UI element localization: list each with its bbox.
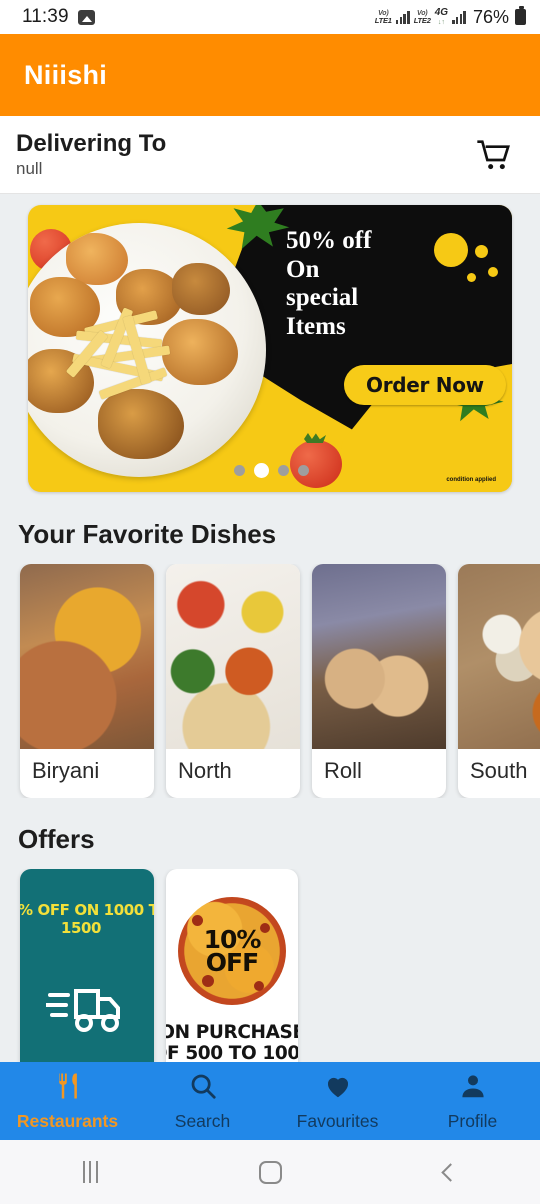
app-root: 11:39 Vo) LTE1 Vo) LTE2 4G ↓↑ 76% Niiish… — [0, 0, 540, 1204]
home-icon — [258, 1160, 282, 1184]
banner-line: Items — [286, 312, 346, 340]
search-icon — [188, 1071, 218, 1106]
dish-card-biryani[interactable]: Biryani — [20, 564, 154, 798]
network-label: 4G — [434, 7, 449, 19]
recents-button[interactable] — [0, 1161, 180, 1183]
sim1-indicator: Vo) LTE1 — [375, 10, 392, 25]
bottom-navigation-bar: Restaurants Search Favourites Profile — [0, 1062, 540, 1140]
order-now-button[interactable]: Order Now — [344, 365, 506, 405]
carousel-dot[interactable] — [278, 465, 289, 476]
offer-desc-line1: ON PURCHASE — [166, 1022, 298, 1043]
dish-label: Roll — [324, 758, 362, 783]
delivery-address-text: Delivering To null — [16, 130, 166, 179]
shopping-cart-icon[interactable] — [472, 135, 516, 175]
home-button[interactable] — [180, 1160, 360, 1184]
nav-item-search[interactable]: Search — [135, 1071, 270, 1132]
banner-line: special — [286, 284, 359, 311]
banner-headline: 50% off On special Items — [286, 227, 486, 341]
dish-label: North — [178, 758, 232, 783]
nav-item-profile[interactable]: Profile — [405, 1071, 540, 1132]
nav-label: Search — [174, 1110, 231, 1131]
nav-label: Restaurants — [16, 1110, 119, 1131]
north-indian-image — [166, 564, 300, 749]
promo-banner[interactable]: 50% off On special Items Order Now condi… — [28, 205, 512, 492]
battery-icon — [515, 6, 526, 25]
status-bar: 11:39 Vo) LTE1 Vo) LTE2 4G ↓↑ 76% — [0, 0, 540, 34]
offer-badge-off: OFF — [205, 948, 259, 977]
status-bar-left: 11:39 — [22, 6, 95, 28]
offer-headline-line1: 0% OFF ON 1000 T — [20, 901, 154, 919]
nav-item-restaurants[interactable]: Restaurants — [0, 1071, 135, 1132]
sim2-indicator: Vo) LTE2 — [414, 10, 431, 25]
roll-image — [312, 564, 446, 749]
offer-description: ON PURCHASE OF 500 TO 1000 — [166, 1022, 298, 1064]
fried-chicken-plate-image — [28, 223, 266, 477]
banner-line: 50% off — [286, 227, 372, 254]
banner-line: On — [286, 255, 320, 283]
gallery-icon — [77, 9, 95, 25]
carousel-dots[interactable] — [234, 463, 309, 478]
recents-icon — [82, 1161, 98, 1183]
carousel-dot-active[interactable] — [254, 463, 269, 478]
status-bar-right: Vo) LTE1 Vo) LTE2 4G ↓↑ 76% — [375, 6, 526, 28]
app-title: Niiishi — [24, 59, 108, 90]
network-type-indicator: 4G ↓↑ — [435, 8, 448, 26]
biryani-image — [20, 564, 154, 749]
status-time: 11:39 — [22, 6, 69, 27]
nav-item-favourites[interactable]: Favourites — [270, 1071, 405, 1132]
dish-label: South — [470, 758, 528, 783]
heart-icon — [323, 1071, 353, 1106]
decor-dot — [488, 267, 498, 277]
delivery-address-bar[interactable]: Delivering To null — [0, 116, 540, 194]
carousel-dot[interactable] — [298, 465, 309, 476]
battery-percent: 76% — [472, 6, 509, 27]
dish-card-north[interactable]: North — [166, 564, 300, 798]
person-icon — [458, 1071, 488, 1106]
back-icon — [440, 1162, 460, 1182]
offer-headline-line2: 1500 — [60, 919, 102, 937]
promo-banner-carousel[interactable]: 50% off On special Items Order Now condi… — [0, 194, 540, 492]
sim1-lte-label: LTE1 — [374, 15, 392, 25]
offer-headline: 0% OFF ON 1000 T 1500 — [20, 869, 154, 937]
cutlery-icon — [53, 1071, 83, 1106]
carousel-dot[interactable] — [234, 465, 245, 476]
nav-label: Favourites — [296, 1110, 379, 1131]
dish-card-roll[interactable]: Roll — [312, 564, 446, 798]
favorite-dishes-list[interactable]: Biryani North Roll South — [0, 564, 540, 798]
sim2-lte-label: LTE2 — [413, 15, 431, 25]
data-arrows-icon: ↓↑ — [437, 18, 445, 26]
offers-section-title: Offers — [18, 824, 95, 854]
pizza-badge-text: 10% OFF — [204, 927, 262, 977]
favorites-section-title: Your Favorite Dishes — [18, 519, 277, 549]
delivery-address-value: null — [16, 158, 43, 178]
back-button[interactable] — [360, 1162, 540, 1182]
dish-label: Biryani — [32, 758, 100, 783]
banner-condition-text: condition applied — [446, 477, 496, 483]
nav-label: Profile — [447, 1110, 498, 1131]
pizza-badge-icon: 10% OFF — [178, 897, 286, 1005]
delivery-truck-icon — [44, 977, 130, 1040]
dish-card-south[interactable]: South — [458, 564, 540, 798]
south-indian-image — [458, 564, 540, 749]
delivering-to-label: Delivering To — [16, 130, 167, 158]
app-bar: Niiishi — [0, 34, 540, 116]
system-navigation-bar — [0, 1140, 540, 1204]
sim1-signal-icon — [395, 10, 410, 24]
sim2-signal-icon — [452, 10, 466, 24]
